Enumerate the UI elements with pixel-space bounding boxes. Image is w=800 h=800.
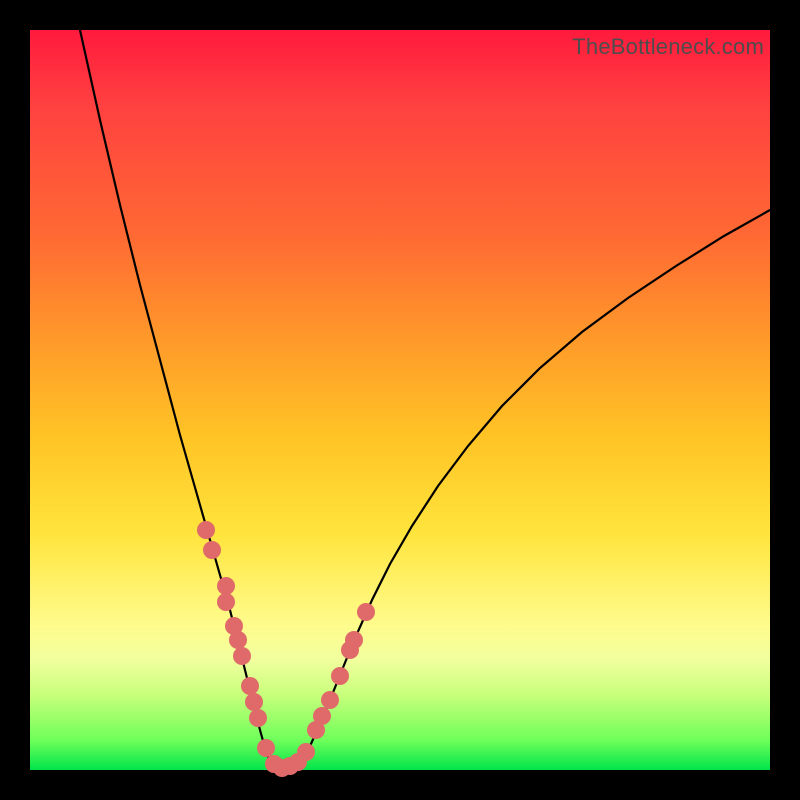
curve-right-branch xyxy=(302,210,770,762)
highlight-dot xyxy=(357,603,375,621)
highlight-dot xyxy=(257,739,275,757)
highlight-dot xyxy=(345,631,363,649)
highlight-dot xyxy=(233,647,251,665)
highlight-dot xyxy=(297,743,315,761)
highlight-dot-group xyxy=(197,521,375,777)
highlight-dot xyxy=(331,667,349,685)
highlight-dot xyxy=(249,709,267,727)
plot-area: TheBottleneck.com xyxy=(30,30,770,770)
highlight-dot xyxy=(321,691,339,709)
highlight-dot xyxy=(203,541,221,559)
highlight-dot xyxy=(241,677,259,695)
highlight-dot xyxy=(197,521,215,539)
highlight-dot xyxy=(313,707,331,725)
highlight-dot xyxy=(229,631,247,649)
highlight-dot xyxy=(217,577,235,595)
outer-frame: TheBottleneck.com xyxy=(0,0,800,800)
highlight-dot xyxy=(245,693,263,711)
highlight-dot xyxy=(217,593,235,611)
chart-overlay xyxy=(30,30,770,770)
